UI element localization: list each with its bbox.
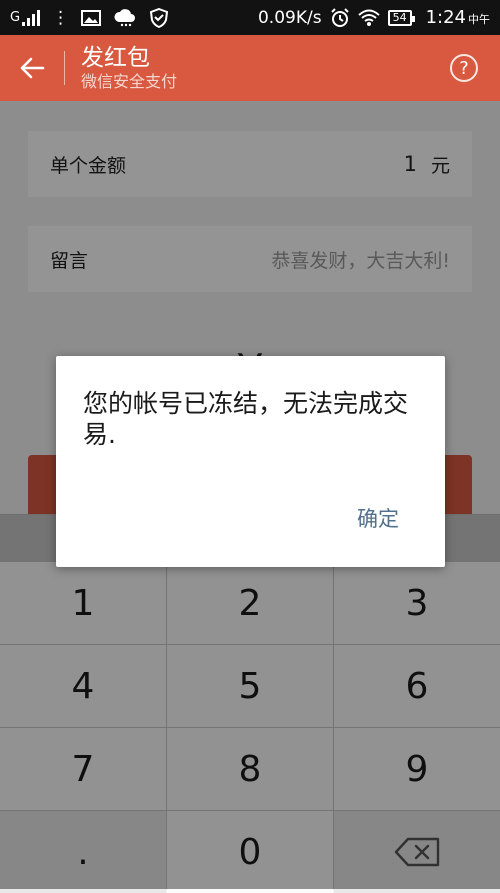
dialog-message: 您的帐号已冻结，无法完成交易. [83,389,409,449]
carrier-label: G [10,10,21,25]
alarm-icon [330,7,350,28]
image-icon [81,9,102,26]
app-header: 发红包 微信安全支付 ? [0,35,500,101]
page-title: 发红包 [81,45,150,71]
title-block: 发红包 微信安全支付 [81,44,177,92]
help-button[interactable]: ? [450,54,478,82]
clock-suffix: 中午 [468,13,490,26]
weather-cloud-icon [113,8,137,27]
battery-icon: 54 [387,9,415,26]
clock-time: 1:24 [425,7,466,28]
help-icon: ? [459,57,469,79]
network-speed: 0.09K/s [257,7,322,28]
battery-level: 54 [392,10,407,24]
dialog-confirm-button[interactable]: 确定 [355,499,401,537]
back-button[interactable] [0,35,64,101]
back-arrow-icon [20,57,45,79]
cell-signal-icon: G [10,9,41,26]
clock: 1:24 中午 [426,7,490,28]
alert-dialog: 您的帐号已冻结，无法完成交易. 确定 [56,356,445,567]
shield-icon [149,7,169,28]
wifi-icon [357,9,380,27]
page-subtitle: 微信安全支付 [81,72,178,91]
status-bar: G ⋮ 0.09K/s 54 1:24 中午 [0,0,500,35]
header-divider [64,51,65,85]
more-indicator-icon: ⋮ [52,7,70,28]
